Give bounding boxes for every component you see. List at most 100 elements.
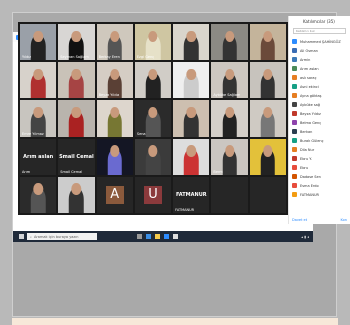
participant-list-item[interactable]: Dila Nur [292,145,347,154]
avatar [292,156,297,161]
participant-search-input[interactable]: Katılımcı bul [293,28,346,34]
participant-list-item[interactable]: aslı saraç [292,73,347,82]
avatar [292,66,297,71]
bottom-strip [12,318,338,325]
participant-video-tile[interactable]: Berm [211,138,248,175]
avatar [292,183,297,188]
participant-video-tile[interactable] [173,24,210,61]
video-gallery-grid: Yıldız Seyman Sağlam Berkay Eren Ezgi Genç B… [18,22,288,215]
windows-start-icon[interactable] [19,234,24,239]
participant-face [224,30,235,43]
store-icon[interactable] [173,234,178,239]
participant-face [148,106,158,119]
participant-video-tile[interactable]: Seyman Sağlam [58,24,95,61]
participant-video-tile[interactable] [134,62,172,99]
participant-face [263,30,273,43]
participant-video-tile[interactable] [173,100,210,137]
participant-list-item[interactable]: Aybüke sağ [292,100,347,109]
participant-list-item[interactable]: Armin [292,55,347,64]
participant-face [263,68,273,81]
participant-list-item[interactable]: Ayna göktaş [292,91,347,100]
participant-video-tile[interactable] [249,100,286,137]
participant-video-tile[interactable]: Berkay Eren [96,24,133,61]
participant-video-tile[interactable]: A [96,176,133,213]
participant-video-tile[interactable]: Aybüke Sağlam [211,62,248,99]
participant-video-tile[interactable] [249,138,286,175]
participant-list-name: Burak Gülenç [300,138,324,143]
participant-list-item[interactable]: Belma Genç [292,118,347,127]
participant-video-tile[interactable]: Beyza Yıldız [96,62,133,99]
participant-video-tile[interactable] [249,24,286,61]
participant-video-tile[interactable]: Yıldız [20,24,57,61]
participant-list-item[interactable]: Muhammed ŞAHİNGÖZ [292,37,347,46]
avatar [292,39,297,44]
participant-video-tile[interactable] [58,176,95,213]
participant-face [224,106,235,119]
avatar [292,75,297,80]
participant-video-tile[interactable]: U [134,176,172,213]
avatar-letter: A [105,185,124,204]
participant-video-tile[interactable]: Smail Cemal Smail Cemal [58,138,95,175]
participant-video-tile[interactable]: FATMANUR FATMANUR [173,176,210,213]
participant-list-item[interactable]: Ebru Y. [292,154,347,163]
mute-all-button[interactable]: Kon [341,218,347,222]
participant-face [33,183,43,195]
participant-list-name: aslı saraç [300,75,317,80]
participant-list-item[interactable]: Dadase Sen [292,172,347,181]
participant-video-tile[interactable] [134,138,172,175]
search-icon: ⌕ [30,234,32,239]
participant-name-label: FATMANUR [175,208,195,212]
participant-face [148,30,158,43]
participant-list-item[interactable]: Arım aslan [292,64,347,73]
participant-video-tile[interactable] [211,100,248,137]
task-view-icon[interactable] [137,234,142,239]
participant-video-tile[interactable]: Emre Yılmaz [20,100,57,137]
participant-list-item[interactable]: Ali Osman [292,46,347,55]
participant-video-tile[interactable] [58,62,95,99]
participant-list-name: FATMANUR [300,192,319,197]
participant-video-tile[interactable] [58,100,95,137]
participant-video-tile[interactable] [20,176,57,213]
taskbar-search-box[interactable]: ⌕ Aramak için buraya yazın [27,233,97,240]
participant-video-tile[interactable] [249,176,286,213]
participant-list-name: Berkan [300,129,313,134]
participant-video-tile[interactable] [20,62,57,99]
participant-face [263,106,273,119]
participant-video-tile[interactable]: Ezgi Genç [134,24,172,61]
avatar [292,147,297,152]
edge-icon[interactable] [146,234,151,239]
participant-list-item[interactable]: Esma Erdo [292,181,347,190]
participant-video-tile[interactable] [211,176,248,213]
participant-list-item[interactable]: FATMANUR [292,190,347,199]
avatar [292,57,297,62]
participant-face [71,106,82,119]
participant-list-item[interactable]: Berkan [292,127,347,136]
zoom-taskbar-icon[interactable] [164,234,169,239]
participants-footer: Davet et Kon [292,218,347,222]
participant-list-item[interactable]: Burak Gülenç [292,136,347,145]
participant-name-label: Berm [213,169,223,174]
participant-face [109,68,120,81]
participant-face [109,145,120,157]
participant-name-display: Smail Cemal [59,153,94,160]
participant-list-item[interactable]: Beyza Yıldız [292,109,347,118]
participant-face [186,106,196,119]
participant-name-label: Ezgi Genç [136,55,155,60]
participant-video-tile[interactable] [173,62,210,99]
participant-video-tile[interactable] [96,100,133,137]
participant-video-tile[interactable] [211,24,248,61]
folder-icon[interactable] [155,234,160,239]
participant-name-label: Sena [136,131,146,136]
participant-video-tile[interactable]: Sena [134,100,172,137]
participant-face [71,30,82,43]
participant-list-name: Avni ekinci [300,84,319,89]
participant-list-item[interactable]: Ebru [292,163,347,172]
participant-video-tile[interactable] [249,62,286,99]
participant-video-tile[interactable]: Arım aslan Arım [20,138,57,175]
participant-video-tile[interactable] [173,138,210,175]
participant-video-tile[interactable] [96,138,133,175]
participant-list-item[interactable]: Avni ekinci [292,82,347,91]
invite-button[interactable]: Davet et [292,218,307,222]
participant-list-name: Aybüke sağ [300,102,321,107]
participant-name-label: Yıldız [22,55,32,60]
